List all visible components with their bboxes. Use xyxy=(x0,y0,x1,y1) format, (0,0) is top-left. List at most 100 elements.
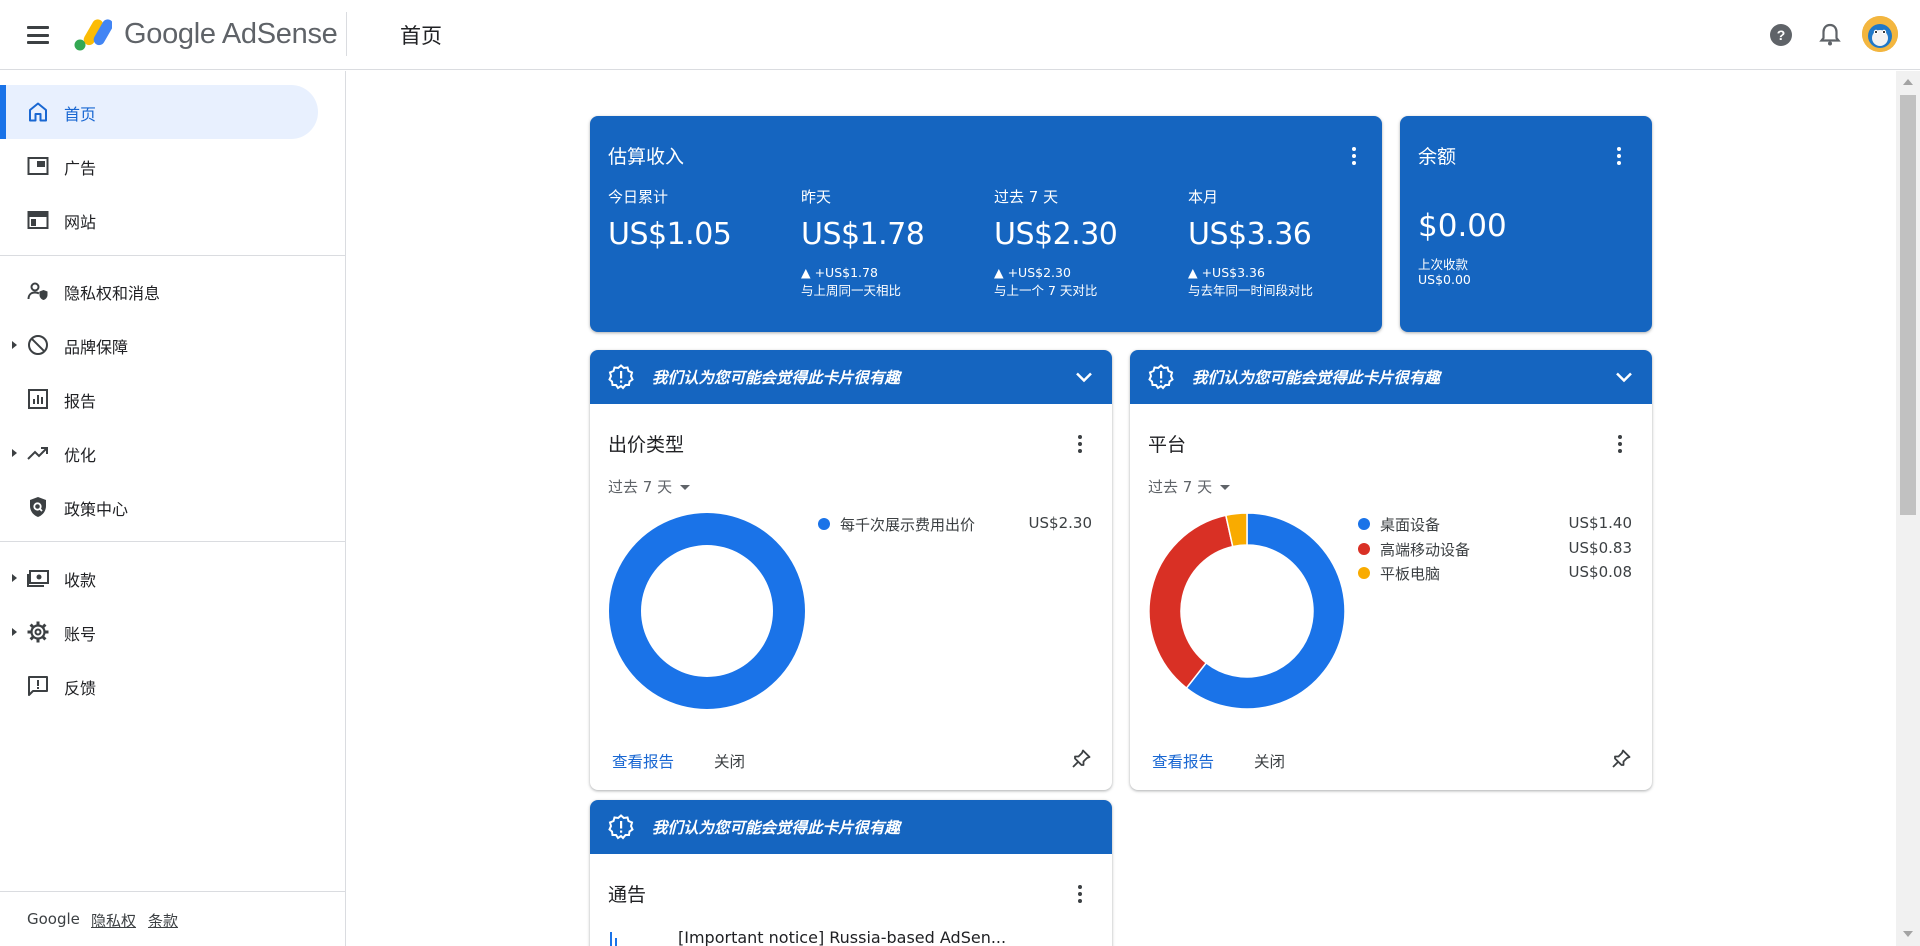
notice-card: 我们认为您可能会觉得此卡片很有趣 通告 [Important notice] R… xyxy=(590,800,1112,946)
sites-icon xyxy=(27,211,49,229)
policy-shield-icon xyxy=(30,497,46,517)
platform-card: 我们认为您可能会觉得此卡片很有趣 平台 过去 7 天 桌面设备 US$1.40 … xyxy=(1130,350,1652,790)
stat-label: 昨天 xyxy=(801,188,832,206)
sidebar-item-label: 收款 xyxy=(64,571,97,590)
home-icon xyxy=(29,102,47,122)
gear-icon xyxy=(27,621,49,643)
brand-name[interactable]: Google AdSense xyxy=(124,18,338,51)
bid-type-more-menu-icon[interactable] xyxy=(1068,432,1092,456)
account-avatar[interactable] xyxy=(1862,16,1898,52)
sidebar-item-label: 报告 xyxy=(64,392,97,411)
notice-item-link[interactable]: [Important notice] Russia-based AdSen... xyxy=(678,928,1006,946)
chevron-down-icon[interactable] xyxy=(1072,365,1096,389)
chevron-down-icon[interactable] xyxy=(1612,365,1636,389)
expand-caret-icon[interactable] xyxy=(12,628,17,636)
sidebar-item-label: 网站 xyxy=(64,213,97,232)
sidebar-item-payments[interactable]: 收款 xyxy=(0,551,318,605)
close-card-button[interactable]: 关闭 xyxy=(714,750,745,772)
stat-value: US$3.36 xyxy=(1188,217,1312,252)
notice-chart-icon xyxy=(610,932,617,946)
legend-value: US$0.08 xyxy=(1568,563,1632,581)
sidebar-item-feedback[interactable]: 反馈 xyxy=(0,659,318,713)
donut-slice-2[interactable] xyxy=(1148,514,1234,690)
sidebar-item-sites[interactable]: 网站 xyxy=(0,193,318,247)
bid-type-period-dropdown[interactable]: 过去 7 天 xyxy=(608,476,691,497)
stat-delta: ▲ +US$1.78 与上周同一天相比 xyxy=(801,264,981,300)
stat-compare-text: 与去年同一时间段对比 xyxy=(1188,283,1314,298)
earnings-stat-today: 今日累计 US$1.05 xyxy=(608,186,788,252)
stat-delta: ▲ +US$2.30 与上一个 7 天对比 xyxy=(994,264,1174,300)
sidebar-item-reports[interactable]: 报告 xyxy=(0,372,318,426)
expand-caret-icon[interactable] xyxy=(12,574,17,582)
suggestion-banner: 我们认为您可能会觉得此卡片很有趣 xyxy=(590,800,1112,854)
legend-dot-tablet xyxy=(1358,567,1370,579)
footer-privacy-link[interactable]: 隐私权 xyxy=(91,910,136,931)
reports-icon xyxy=(28,389,48,409)
donut-slice-1[interactable] xyxy=(608,513,805,709)
scroll-down-arrow-icon[interactable] xyxy=(1903,931,1913,937)
suggestion-badge-icon xyxy=(1148,364,1174,390)
sidebar-item-ads[interactable]: 广告 xyxy=(0,139,318,193)
privacy-icon xyxy=(27,282,48,300)
stat-value: US$1.05 xyxy=(608,217,732,252)
notice-title: 通告 xyxy=(608,884,647,906)
view-report-button[interactable]: 查看报告 xyxy=(612,750,674,772)
legend-dot-mobile xyxy=(1358,543,1370,555)
stat-label: 今日累计 xyxy=(608,188,669,206)
legend-label: 高端移动设备 xyxy=(1380,541,1471,559)
sidebar-item-brand-safety[interactable]: 品牌保障 xyxy=(0,318,318,372)
pin-icon[interactable] xyxy=(1610,748,1632,770)
legend-label: 平板电脑 xyxy=(1380,565,1441,583)
scrollbar-thumb[interactable] xyxy=(1900,95,1916,515)
sidebar-divider xyxy=(0,541,346,542)
avatar-image-icon xyxy=(1862,16,1898,52)
balance-title: 余额 xyxy=(1418,146,1457,168)
view-report-button[interactable]: 查看报告 xyxy=(1152,750,1214,772)
legend-value: US$1.40 xyxy=(1568,514,1632,532)
platform-period-dropdown[interactable]: 过去 7 天 xyxy=(1148,476,1231,497)
stat-value: US$1.78 xyxy=(801,217,925,252)
platform-more-menu-icon[interactable] xyxy=(1608,432,1632,456)
balance-more-menu-icon[interactable] xyxy=(1607,144,1631,168)
sidebar: 首页 广告 网站 隐私权和消息 品牌保障 报告 优化 政策中心 收款 账号 反馈… xyxy=(0,71,346,946)
earnings-more-menu-icon[interactable] xyxy=(1342,144,1366,168)
menu-icon-line xyxy=(27,41,49,44)
balance-card: 余额 $0.00 上次收款 US$0.00 xyxy=(1400,116,1652,332)
notice-more-menu-icon[interactable] xyxy=(1068,882,1092,906)
earnings-stat-this-month: 本月 US$3.36 ▲ +US$3.36 与去年同一时间段对比 xyxy=(1188,186,1368,300)
expand-caret-icon[interactable] xyxy=(12,449,17,457)
period-label: 过去 7 天 xyxy=(1148,478,1213,496)
scroll-up-arrow-icon[interactable] xyxy=(1903,79,1913,85)
bid-type-title: 出价类型 xyxy=(608,434,685,456)
bid-type-donut-chart xyxy=(608,513,805,709)
dropdown-arrow-icon xyxy=(680,485,691,490)
page-scrollbar[interactable] xyxy=(1896,71,1920,946)
sidebar-item-privacy[interactable]: 隐私权和消息 xyxy=(0,264,318,318)
footer-google: Google xyxy=(27,910,80,928)
menu-icon-line xyxy=(27,26,49,29)
footer-terms-link[interactable]: 条款 xyxy=(148,910,178,931)
pin-icon[interactable] xyxy=(1070,748,1092,770)
stat-label: 过去 7 天 xyxy=(994,188,1059,206)
sidebar-item-policy-center[interactable]: 政策中心 xyxy=(0,480,318,534)
expand-caret-icon[interactable] xyxy=(12,341,17,349)
main-menu-button[interactable] xyxy=(24,23,52,47)
stat-compare-text: 与上一个 7 天对比 xyxy=(994,283,1098,298)
adsense-logo-icon[interactable] xyxy=(72,16,112,52)
suggestion-banner: 我们认为您可能会觉得此卡片很有趣 xyxy=(1130,350,1652,404)
suggestion-badge-icon xyxy=(608,814,634,840)
ads-icon xyxy=(27,157,49,175)
sidebar-item-label: 账号 xyxy=(64,625,97,644)
help-icon[interactable]: ? xyxy=(1766,20,1796,50)
legend-value: US$0.83 xyxy=(1568,539,1632,557)
top-app-bar: Google AdSense 首页 ? xyxy=(0,0,1920,70)
stat-delta-value: ▲ +US$2.30 xyxy=(994,265,1071,280)
topbar-divider xyxy=(346,12,347,56)
svg-text:?: ? xyxy=(1777,27,1786,43)
sidebar-item-home[interactable]: 首页 xyxy=(0,85,318,139)
block-icon xyxy=(28,335,48,355)
notifications-bell-icon[interactable] xyxy=(1815,20,1845,50)
sidebar-item-account[interactable]: 账号 xyxy=(0,605,318,659)
sidebar-item-optimization[interactable]: 优化 xyxy=(0,426,318,480)
close-card-button[interactable]: 关闭 xyxy=(1254,750,1285,772)
